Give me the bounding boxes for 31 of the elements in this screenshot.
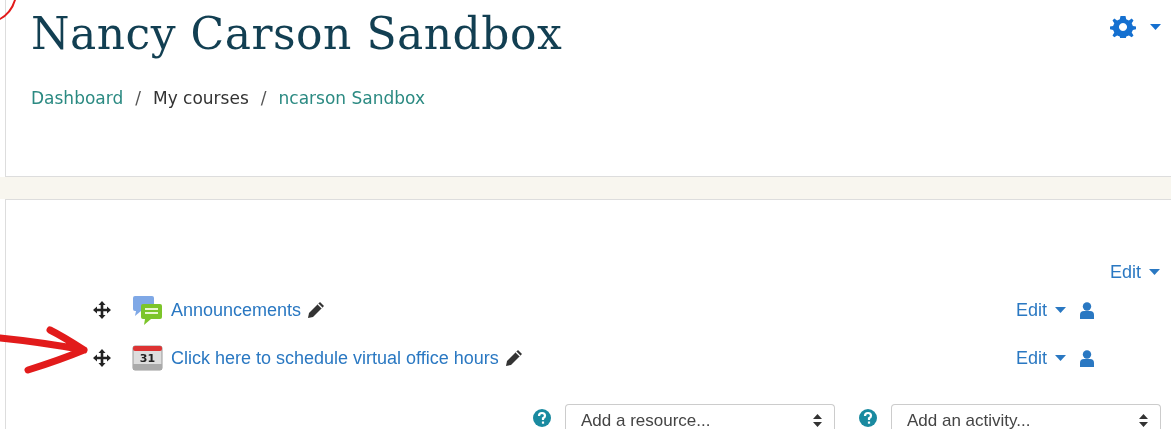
- breadcrumb-link[interactable]: Dashboard: [31, 88, 124, 108]
- activity-link[interactable]: Click here to schedule virtual office hours: [171, 347, 499, 369]
- person-icon[interactable]: [1080, 301, 1094, 319]
- breadcrumb-link[interactable]: ncarson Sandbox: [278, 88, 425, 108]
- breadcrumb-separator: /: [135, 88, 141, 108]
- chat-bubbles-icon: [132, 294, 163, 326]
- add-select[interactable]: Add a resource...: [565, 404, 835, 429]
- person-icon[interactable]: [1080, 349, 1094, 367]
- sort-arrows-icon: [813, 414, 822, 427]
- help-icon[interactable]: [533, 409, 551, 427]
- settings-icon[interactable]: [1110, 16, 1136, 38]
- move-icon[interactable]: [92, 348, 112, 368]
- sort-arrows-icon: [1139, 414, 1148, 427]
- annotation-mark: [0, 0, 16, 20]
- help-icon[interactable]: [859, 409, 877, 427]
- edit-menu[interactable]: Edit: [1109, 258, 1160, 286]
- breadcrumb-separator: /: [260, 88, 267, 108]
- caret-icon: [1150, 23, 1161, 31]
- pencil-icon[interactable]: [504, 349, 523, 367]
- move-icon[interactable]: [92, 300, 112, 320]
- calendar-icon: 31: [132, 345, 163, 371]
- activity-link[interactable]: Announcements: [171, 299, 302, 321]
- caret-icon: [1055, 354, 1066, 362]
- pencil-icon[interactable]: [307, 301, 326, 319]
- add-select[interactable]: Add an activity...: [891, 404, 1161, 429]
- edit-menu[interactable]: Edit: [1015, 299, 1066, 321]
- breadcrumb-item: My courses: [152, 88, 249, 108]
- edit-menu[interactable]: Edit: [1015, 347, 1066, 369]
- caret-icon: [1055, 306, 1066, 314]
- course-title: Nancy Carson Sandbox: [31, 7, 563, 61]
- caret-icon: [1149, 268, 1160, 276]
